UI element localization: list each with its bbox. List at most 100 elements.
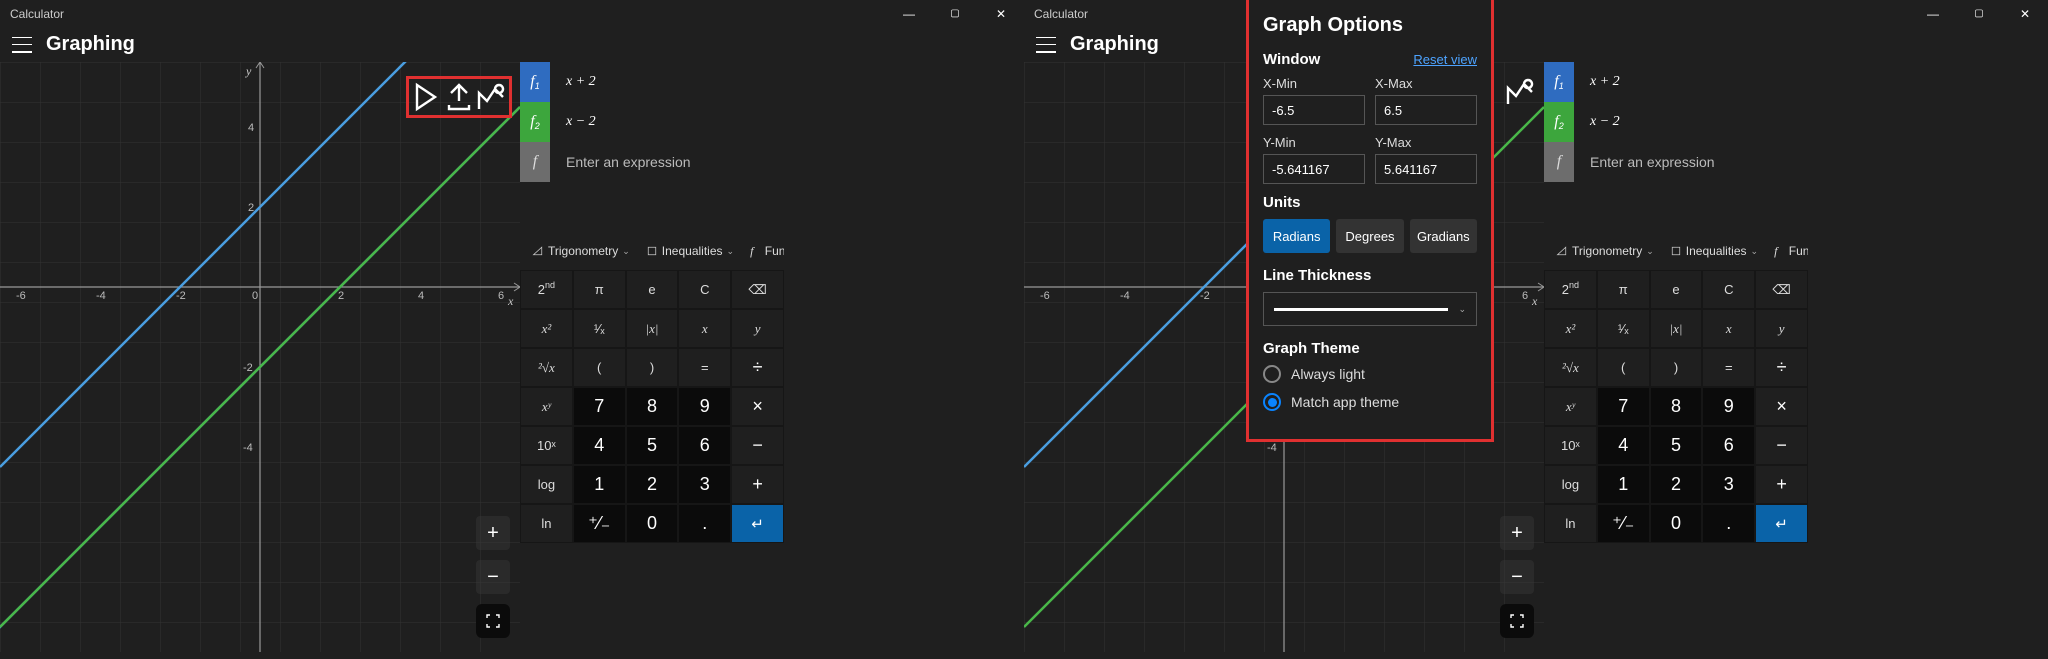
xmax-input[interactable] [1375,95,1477,125]
key-7[interactable]: 7 [1597,387,1650,426]
unit-degrees[interactable]: Degrees [1336,219,1403,253]
key-ln[interactable]: ln [1544,504,1597,543]
key-8[interactable]: 8 [1650,387,1703,426]
category-functions[interactable]: f Funct [1768,244,1808,259]
key-negate[interactable]: ⁺⁄₋ [573,504,626,543]
key-log[interactable]: log [1544,465,1597,504]
key-2[interactable]: 2 [1650,465,1703,504]
key-sqrt[interactable]: ²√x [1544,348,1597,387]
equation-row-new[interactable]: f Enter an expression [1544,142,1808,182]
key-e[interactable]: e [626,270,679,309]
key-abs[interactable]: |x| [1650,309,1703,348]
zoom-out-button[interactable]: − [1500,560,1534,594]
menu-icon[interactable] [12,37,32,53]
key-divide[interactable]: ÷ [1755,348,1808,387]
key-x[interactable]: x [678,309,731,348]
menu-icon[interactable] [1036,37,1056,53]
category-trig[interactable]: Trigonometry⌄ [1550,244,1660,258]
category-inequalities[interactable]: Inequalities⌄ [640,244,740,258]
key-2nd[interactable]: 2nd [1544,270,1597,309]
key-10x[interactable]: 10ˣ [520,426,573,465]
key-xsquared[interactable]: x² [520,309,573,348]
key-rparen[interactable]: ) [626,348,679,387]
key-0[interactable]: 0 [1650,504,1703,543]
key-pi[interactable]: π [573,270,626,309]
maximize-button[interactable]: ▢ [1956,0,2002,27]
theme-option-light[interactable]: Always light [1263,365,1477,383]
share-icon[interactable] [443,81,475,113]
equation-row-2[interactable]: f2 x − 2 [520,102,784,142]
key-lparen[interactable]: ( [1597,348,1650,387]
equation-row-2[interactable]: f2 x − 2 [1544,102,1808,142]
theme-option-match[interactable]: Match app theme [1263,393,1477,411]
equation-row-1[interactable]: f1 x + 2 [520,62,784,102]
key-minus[interactable]: − [731,426,784,465]
function-chip-new[interactable]: f [1544,142,1574,182]
key-4[interactable]: 4 [1597,426,1650,465]
key-pi[interactable]: π [1597,270,1650,309]
zoom-in-button[interactable]: + [1500,516,1534,550]
key-plus[interactable]: + [731,465,784,504]
function-chip-2[interactable]: f2 [1544,102,1574,142]
key-6[interactable]: 6 [678,426,731,465]
key-ln[interactable]: ln [520,504,573,543]
ymax-input[interactable] [1375,154,1477,184]
unit-gradians[interactable]: Gradians [1410,219,1477,253]
function-chip-2[interactable]: f2 [520,102,550,142]
key-decimal[interactable]: . [678,504,731,543]
key-9[interactable]: 9 [678,387,731,426]
key-7[interactable]: 7 [573,387,626,426]
fit-button[interactable] [476,604,510,638]
key-1[interactable]: 1 [573,465,626,504]
key-lparen[interactable]: ( [573,348,626,387]
unit-radians[interactable]: Radians [1263,219,1330,253]
close-button[interactable]: ✕ [978,0,1024,27]
key-multiply[interactable]: × [731,387,784,426]
key-backspace[interactable]: ⌫ [731,270,784,309]
key-rparen[interactable]: ) [1650,348,1703,387]
function-chip-1[interactable]: f1 [520,62,550,102]
key-4[interactable]: 4 [573,426,626,465]
key-9[interactable]: 9 [1702,387,1755,426]
key-2nd[interactable]: 2nd [520,270,573,309]
key-equals[interactable]: = [678,348,731,387]
ymin-input[interactable] [1263,154,1365,184]
key-xsquared[interactable]: x² [1544,309,1597,348]
key-y[interactable]: y [731,309,784,348]
function-chip-1[interactable]: f1 [1544,62,1574,102]
equation-row-new[interactable]: f Enter an expression [520,142,784,182]
key-0[interactable]: 0 [626,504,679,543]
fit-button[interactable] [1500,604,1534,638]
key-decimal[interactable]: . [1702,504,1755,543]
zoom-out-button[interactable]: − [476,560,510,594]
key-minus[interactable]: − [1755,426,1808,465]
key-enter[interactable]: ↵ [731,504,784,543]
key-6[interactable]: 6 [1702,426,1755,465]
key-5[interactable]: 5 [1650,426,1703,465]
key-equals[interactable]: = [1702,348,1755,387]
minimize-button[interactable]: — [1910,0,1956,27]
function-chip-new[interactable]: f [520,142,550,182]
key-negate[interactable]: ⁺⁄₋ [1597,504,1650,543]
key-2[interactable]: 2 [626,465,679,504]
key-e[interactable]: e [1650,270,1703,309]
thickness-select[interactable]: ⌄ [1263,292,1477,326]
maximize-button[interactable]: ▢ [932,0,978,27]
graph-settings-icon[interactable] [1504,76,1536,108]
zoom-in-button[interactable]: + [476,516,510,550]
key-3[interactable]: 3 [678,465,731,504]
key-reciprocal[interactable]: ¹⁄ₓ [1597,309,1650,348]
key-plus[interactable]: + [1755,465,1808,504]
category-inequalities[interactable]: Inequalities⌄ [1664,244,1764,258]
key-multiply[interactable]: × [1755,387,1808,426]
key-8[interactable]: 8 [626,387,679,426]
trace-icon[interactable] [411,81,443,113]
category-functions[interactable]: f Funct [744,244,784,259]
key-y[interactable]: y [1755,309,1808,348]
key-sqrt[interactable]: ²√x [520,348,573,387]
key-1[interactable]: 1 [1597,465,1650,504]
close-button[interactable]: ✕ [2002,0,2048,27]
key-3[interactable]: 3 [1702,465,1755,504]
graph-settings-icon[interactable] [475,81,507,113]
minimize-button[interactable]: — [886,0,932,27]
